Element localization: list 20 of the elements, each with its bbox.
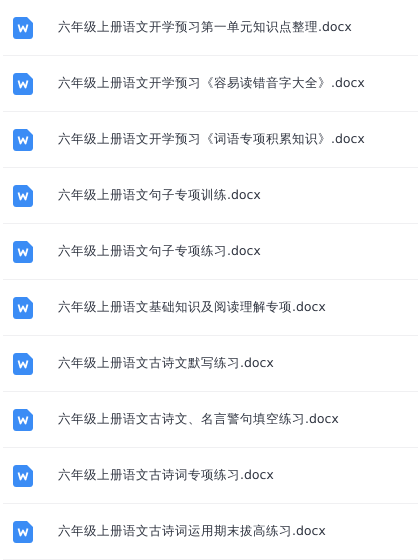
file-name[interactable]: 六年级上册语文开学预习《词语专项积累知识》.docx — [58, 131, 365, 148]
document-icon — [13, 408, 33, 430]
document-icon — [13, 16, 33, 38]
file-name[interactable]: 六年级上册语文句子专项练习.docx — [58, 243, 261, 260]
document-icon — [13, 72, 33, 94]
file-name[interactable]: 六年级上册语文古诗词专项练习.docx — [58, 467, 274, 484]
document-icon — [13, 184, 33, 206]
document-icon — [13, 240, 33, 262]
document-icon — [13, 296, 33, 318]
document-icon — [13, 352, 33, 374]
document-icon — [13, 520, 33, 542]
file-name[interactable]: 六年级上册语文开学预习《容易读错音字大全》.docx — [58, 75, 365, 92]
file-name[interactable]: 六年级上册语文古诗文、名言警句填空练习.docx — [58, 411, 339, 428]
document-icon — [13, 128, 33, 150]
file-name[interactable]: 六年级上册语文古诗词运用期末拔高练习.docx — [58, 523, 326, 540]
file-name[interactable]: 六年级上册语文句子专项训练.docx — [58, 187, 261, 204]
document-icon — [13, 464, 33, 486]
file-name[interactable]: 六年级上册语文基础知识及阅读理解专项.docx — [58, 299, 326, 316]
file-name[interactable]: 六年级上册语文古诗文默写练习.docx — [58, 355, 274, 372]
file-name[interactable]: 六年级上册语文开学预习第一单元知识点整理.docx — [58, 19, 352, 36]
